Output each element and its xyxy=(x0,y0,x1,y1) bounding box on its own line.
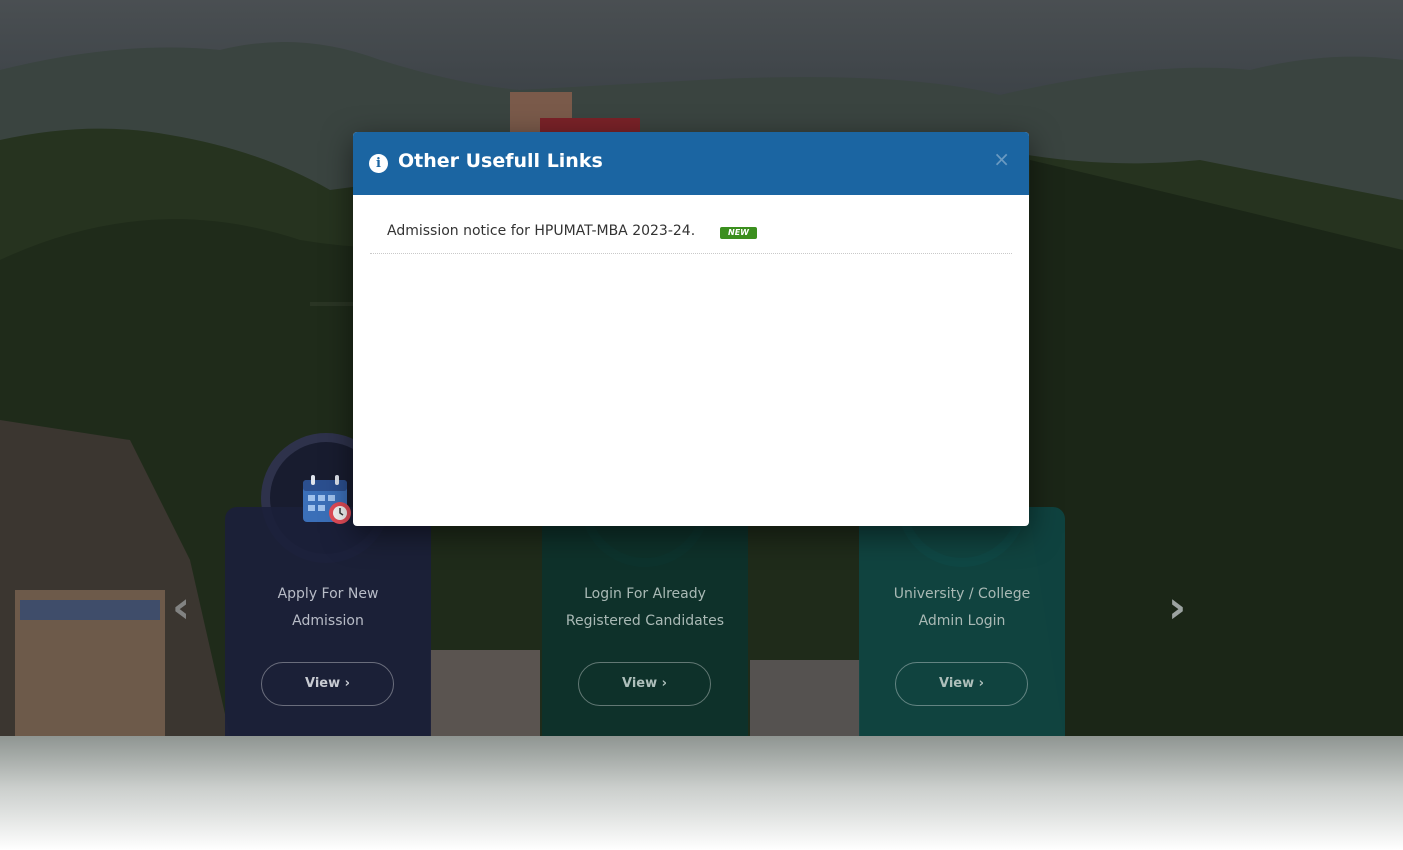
registered-login-card: Login For Already Registered Candidates … xyxy=(542,507,748,736)
registered-login-view-button[interactable]: View › xyxy=(578,662,711,706)
calendar-icon xyxy=(303,475,351,524)
admin-login-view-button[interactable]: View › xyxy=(895,662,1028,706)
carousel-prev-arrow-icon[interactable]: ‹ xyxy=(172,582,190,633)
card-title: Apply For New Admission xyxy=(225,581,431,635)
modal-close-button[interactable]: × xyxy=(993,147,1010,171)
card-title: University / College Admin Login xyxy=(859,581,1065,635)
floor-reflection xyxy=(0,736,1403,850)
info-circle-icon: i xyxy=(369,154,388,173)
modal-title: Other Usefull Links xyxy=(398,150,603,172)
useful-links-modal: i Other Usefull Links × Admission notice… xyxy=(353,132,1029,526)
new-badge: NEW xyxy=(720,227,757,239)
list-item: Admission notice for HPUMAT-MBA 2023-24.… xyxy=(370,216,1012,254)
carousel-next-arrow-icon[interactable]: › xyxy=(1168,582,1186,633)
admin-login-card: University / College Admin Login View › xyxy=(859,507,1065,736)
apply-admission-view-button[interactable]: View › xyxy=(261,662,394,706)
card-title-line: University / College xyxy=(893,586,1031,602)
card-title-line: Admission xyxy=(292,613,364,629)
reflection-overlay xyxy=(0,736,1403,850)
card-title-line: Admin Login xyxy=(918,613,1006,629)
apply-admission-card: Apply For New Admission View › xyxy=(225,507,431,736)
card-title-line: Login For Already xyxy=(584,586,706,602)
card-title-line: Registered Candidates xyxy=(565,613,725,629)
card-title-line: Apply For New xyxy=(277,586,379,602)
modal-header: i Other Usefull Links × xyxy=(353,132,1029,195)
admission-notice-link[interactable]: Admission notice for HPUMAT-MBA 2023-24. xyxy=(387,223,695,239)
card-title: Login For Already Registered Candidates xyxy=(542,581,748,635)
